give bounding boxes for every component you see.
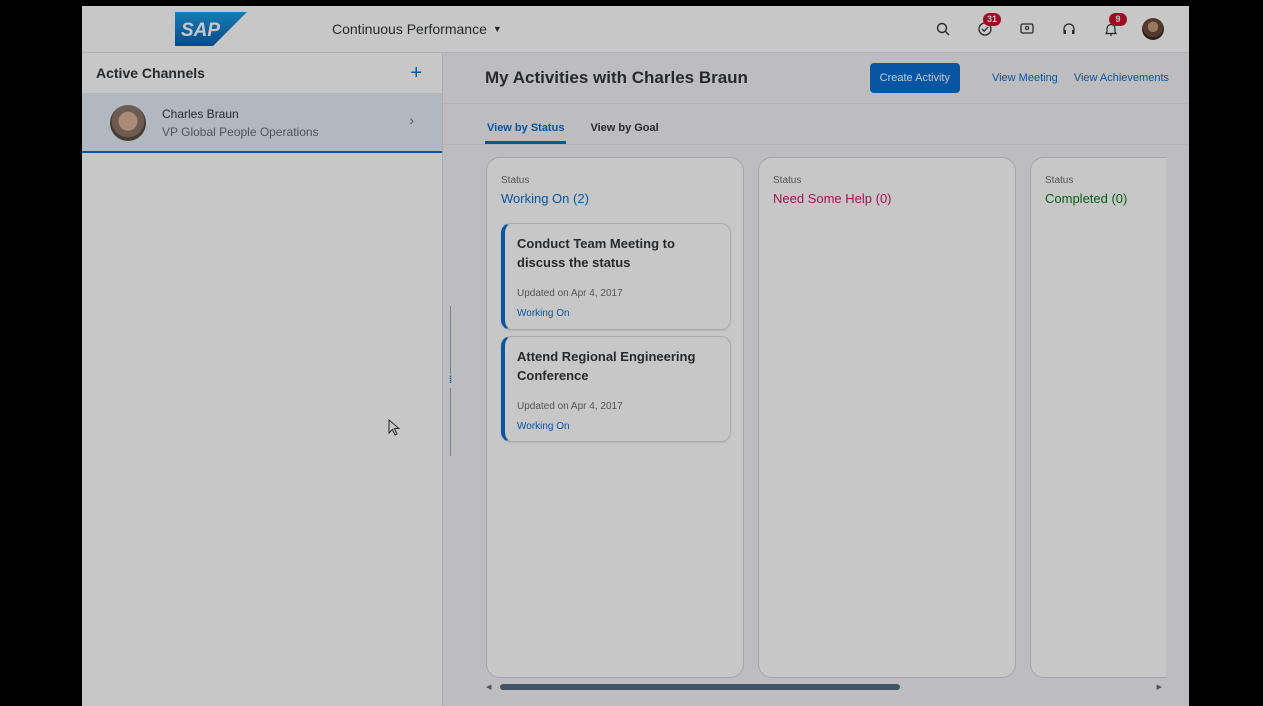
- todo-button[interactable]: 31: [969, 13, 1001, 45]
- chevron-right-icon: ›: [409, 112, 414, 128]
- activity-title: Attend Regional Engineering Conference: [517, 349, 696, 383]
- status-column-need-help: Status Need Some Help (0): [758, 157, 1016, 678]
- activity-card[interactable]: Conduct Team Meeting to discuss the stat…: [501, 223, 731, 330]
- avatar: [110, 104, 146, 141]
- channel-item-charles-braun[interactable]: Charles Braun VP Global People Operation…: [82, 94, 442, 153]
- status-board: Status Working On (2) Conduct Team Meeti…: [486, 157, 1166, 678]
- tab-view-by-status[interactable]: View by Status: [485, 122, 567, 144]
- status-column-completed: Status Completed (0): [1030, 157, 1166, 678]
- headset-icon: [1063, 23, 1075, 34]
- notifications-button[interactable]: 9: [1095, 13, 1127, 45]
- create-activity-button[interactable]: Create Activity: [869, 63, 960, 93]
- activity-card[interactable]: Attend Regional Engineering Conference U…: [501, 336, 731, 442]
- tab-view-by-goal[interactable]: View by Goal: [588, 122, 660, 144]
- search-icon: [936, 22, 950, 36]
- channels-header: Active Channels +: [82, 53, 442, 94]
- feedback-button[interactable]: [1011, 13, 1043, 45]
- help-button[interactable]: [1053, 13, 1085, 45]
- activities-pane: My Activities with Charles Braun Create …: [443, 53, 1189, 706]
- feedback-icon: [1020, 23, 1034, 34]
- activity-updated: Updated on Apr 4, 2017: [517, 288, 623, 299]
- view-tabs: View by Status View by Goal: [443, 104, 1189, 145]
- mouse-cursor-icon: [388, 419, 400, 436]
- activity-title: Conduct Team Meeting to discuss the stat…: [517, 236, 675, 270]
- status-column-working-on: Status Working On (2) Conduct Team Meeti…: [486, 157, 744, 678]
- view-meeting-button[interactable]: View Meeting: [992, 72, 1058, 84]
- todo-badge: 31: [983, 13, 1001, 26]
- channel-role: VP Global People Operations: [162, 124, 319, 139]
- user-avatar: [1142, 18, 1164, 40]
- scrollbar-thumb[interactable]: [500, 684, 900, 690]
- column-title: Working On (2): [501, 191, 589, 206]
- channel-name: Charles Braun: [162, 106, 239, 121]
- activity-updated: Updated on Apr 4, 2017: [517, 401, 623, 412]
- add-channel-button[interactable]: +: [410, 63, 422, 83]
- user-menu-button[interactable]: [1137, 13, 1169, 45]
- column-label: Status: [773, 175, 802, 186]
- app-window: SAP Continuous Performance ▼ 31 9 Active…: [82, 6, 1189, 706]
- scroll-left-icon[interactable]: ◀: [486, 683, 491, 691]
- search-button[interactable]: [927, 13, 959, 45]
- column-label: Status: [1045, 175, 1074, 186]
- view-achievements-button[interactable]: View Achievements: [1074, 72, 1169, 84]
- app-title: Continuous Performance: [332, 21, 487, 37]
- shell-actions: 31 9: [925, 6, 1189, 52]
- channels-title: Active Channels: [96, 65, 205, 81]
- shell-bar: SAP Continuous Performance ▼ 31 9: [82, 6, 1189, 53]
- caret-down-icon: ▼: [492, 24, 502, 34]
- page-title: My Activities with Charles Braun: [485, 68, 748, 87]
- activity-status: Working On: [517, 308, 570, 319]
- column-title: Need Some Help (0): [773, 191, 892, 206]
- sap-logo[interactable]: SAP: [175, 12, 247, 46]
- column-title: Completed (0): [1045, 191, 1128, 206]
- notification-badge: 9: [1109, 13, 1127, 26]
- app-title-menu[interactable]: Continuous Performance ▼: [332, 21, 502, 37]
- scroll-right-icon[interactable]: ▶: [1157, 683, 1162, 691]
- column-label: Status: [501, 175, 530, 186]
- sap-logo-text: SAP: [181, 20, 220, 41]
- horizontal-scrollbar[interactable]: ◀ ▶: [486, 683, 1162, 693]
- channels-pane: Active Channels + Charles Braun VP Globa…: [82, 53, 443, 706]
- activity-status: Working On: [517, 421, 570, 432]
- activities-header: My Activities with Charles Braun Create …: [443, 53, 1189, 104]
